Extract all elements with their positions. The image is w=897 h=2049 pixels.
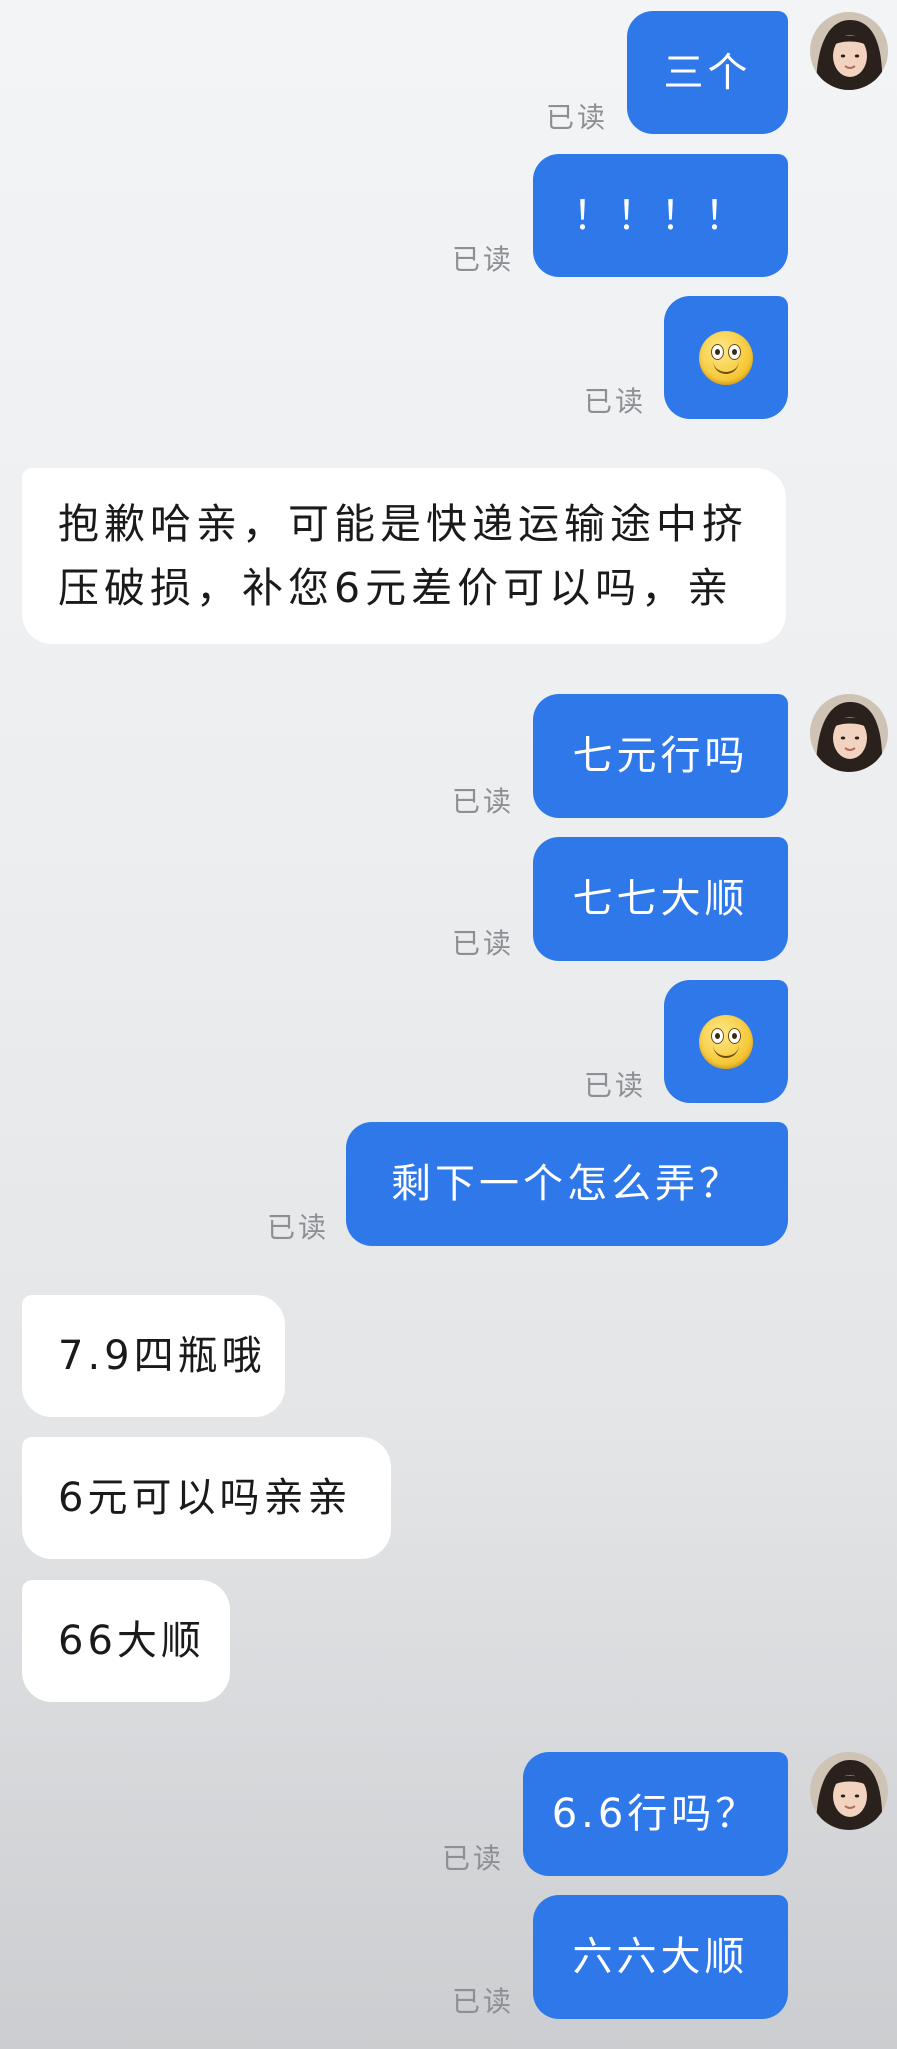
message-bubble-sent[interactable]: 六六大顺: [533, 1895, 788, 2019]
read-status: 已读: [584, 1069, 647, 1102]
message-bubble-sent[interactable]: [664, 980, 788, 1103]
read-status: 已读: [442, 1842, 505, 1875]
message-bubble-sent[interactable]: 剩下一个怎么弄？: [346, 1122, 788, 1246]
read-status: 已读: [452, 927, 515, 960]
message-text: 七七大顺: [572, 876, 749, 922]
user-avatar[interactable]: [810, 1752, 888, 1830]
read-status: 已读: [452, 1985, 515, 2018]
read-status: 已读: [452, 243, 515, 276]
message-bubble-received[interactable]: 7.9四瓶哦: [22, 1295, 285, 1417]
message-text: 7.9四瓶哦: [58, 1333, 266, 1379]
message-text: ！！！！: [572, 192, 749, 239]
smile-face-icon: [699, 330, 753, 385]
read-status: 已读: [267, 1211, 330, 1244]
message-bubble-sent[interactable]: [664, 296, 788, 419]
message-text: 抱歉哈亲，可能是快递运输途中挤压破损，补您6元差价可以吗，亲: [58, 500, 748, 612]
read-status: 已读: [546, 101, 609, 134]
message-bubble-received[interactable]: 抱歉哈亲，可能是快递运输途中挤压破损，补您6元差价可以吗，亲: [22, 468, 786, 644]
read-status: 已读: [452, 785, 515, 818]
message-bubble-sent[interactable]: 七七大顺: [533, 837, 788, 961]
user-avatar-image: [810, 694, 888, 772]
user-avatar[interactable]: [810, 694, 888, 772]
message-text: 6.6行吗？: [551, 1791, 760, 1837]
read-status: 已读: [584, 385, 647, 418]
message-text: 剩下一个怎么弄？: [391, 1161, 743, 1207]
message-text: 6元可以吗亲亲: [58, 1475, 352, 1521]
message-bubble-sent[interactable]: 七元行吗: [533, 694, 788, 818]
user-avatar-image: [810, 12, 888, 90]
message-text: 66大顺: [58, 1618, 205, 1664]
smile-face-icon: [699, 1014, 753, 1069]
message-bubble-sent[interactable]: ！！！！: [533, 154, 788, 277]
chat-conversation: 已读 三个 已读 ！！！！ 已读 抱歉哈亲，可能是快递运输途中挤压破损，补您6元…: [0, 0, 897, 2049]
message-bubble-sent[interactable]: 三个: [627, 11, 788, 134]
message-bubble-received[interactable]: 6元可以吗亲亲: [22, 1437, 391, 1559]
user-avatar[interactable]: [810, 12, 888, 90]
message-text: 七元行吗: [572, 733, 749, 779]
message-text: 三个: [663, 49, 752, 96]
message-bubble-sent[interactable]: 6.6行吗？: [523, 1752, 788, 1876]
user-avatar-image: [810, 1752, 888, 1830]
message-bubble-received[interactable]: 66大顺: [22, 1580, 230, 1702]
message-text: 六六大顺: [572, 1934, 749, 1980]
